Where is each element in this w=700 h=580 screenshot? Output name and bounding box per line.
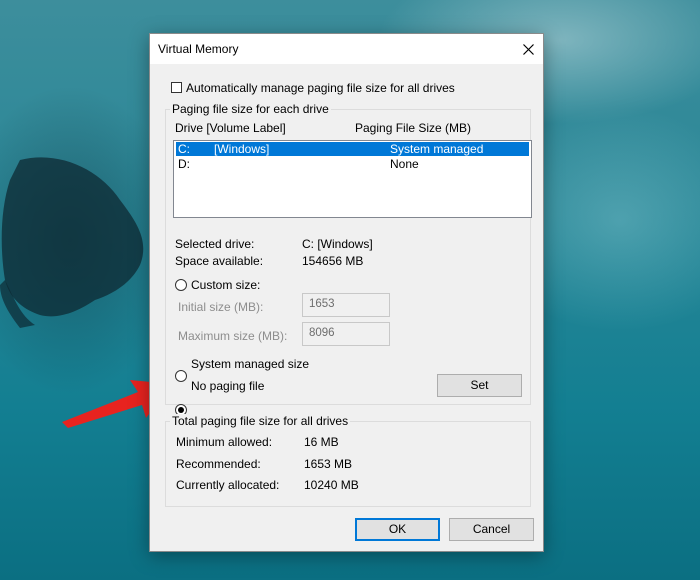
drive-row-d[interactable]: D: None (176, 157, 529, 171)
custom-size-radio[interactable] (175, 279, 187, 291)
virtual-memory-dialog: Virtual Memory Automatically manage pagi… (149, 33, 544, 552)
selected-drive-value: C: [Windows] (302, 237, 373, 251)
dialog-title: Virtual Memory (158, 42, 239, 56)
swimmer-silhouette (0, 157, 144, 328)
totals-group-title: Total paging file size for all drives (170, 414, 351, 428)
auto-manage-label[interactable]: Automatically manage paging file size fo… (186, 81, 455, 95)
recommended-label: Recommended: (176, 457, 261, 471)
no-paging-label[interactable]: No paging file (191, 379, 264, 393)
system-managed-radio[interactable] (175, 370, 187, 382)
column-header-size: Paging File Size (MB) (355, 121, 472, 135)
minimum-allowed-label: Minimum allowed: (176, 435, 273, 449)
drive-letter: D: (178, 157, 190, 171)
initial-size-label: Initial size (MB): (178, 300, 264, 314)
auto-manage-checkbox[interactable] (171, 82, 182, 93)
close-button[interactable] (513, 34, 543, 64)
set-button[interactable]: Set (437, 374, 522, 397)
drive-paging-size: System managed (390, 142, 484, 156)
maximum-size-input[interactable]: 8096 (302, 322, 390, 346)
space-available-value: 154656 MB (302, 254, 364, 268)
system-managed-label[interactable]: System managed size (191, 357, 309, 371)
selected-drive-label: Selected drive: (175, 237, 255, 251)
close-icon (522, 43, 534, 55)
title-bar: Virtual Memory (150, 34, 543, 64)
cancel-button[interactable]: Cancel (449, 518, 534, 541)
column-header-drive: Drive [Volume Label] (175, 121, 286, 135)
maximum-size-label: Maximum size (MB): (178, 329, 288, 343)
currently-allocated-label: Currently allocated: (176, 478, 280, 492)
drive-row-c[interactable]: C: [Windows] System managed (176, 142, 529, 156)
custom-size-label[interactable]: Custom size: (191, 278, 260, 292)
initial-size-input[interactable]: 1653 (302, 293, 390, 317)
drive-letter: C: (178, 142, 190, 156)
ok-button[interactable]: OK (355, 518, 440, 541)
recommended-value: 1653 MB (304, 457, 353, 471)
currently-allocated-value: 10240 MB (304, 478, 359, 492)
drive-list[interactable]: C: [Windows] System managed D: None (173, 140, 532, 218)
space-available-label: Space available: (175, 254, 264, 268)
drives-group-title: Paging file size for each drive (170, 102, 331, 116)
drive-paging-size: None (390, 157, 419, 171)
drive-volume-label: [Windows] (214, 142, 270, 156)
minimum-allowed-value: 16 MB (304, 435, 339, 449)
